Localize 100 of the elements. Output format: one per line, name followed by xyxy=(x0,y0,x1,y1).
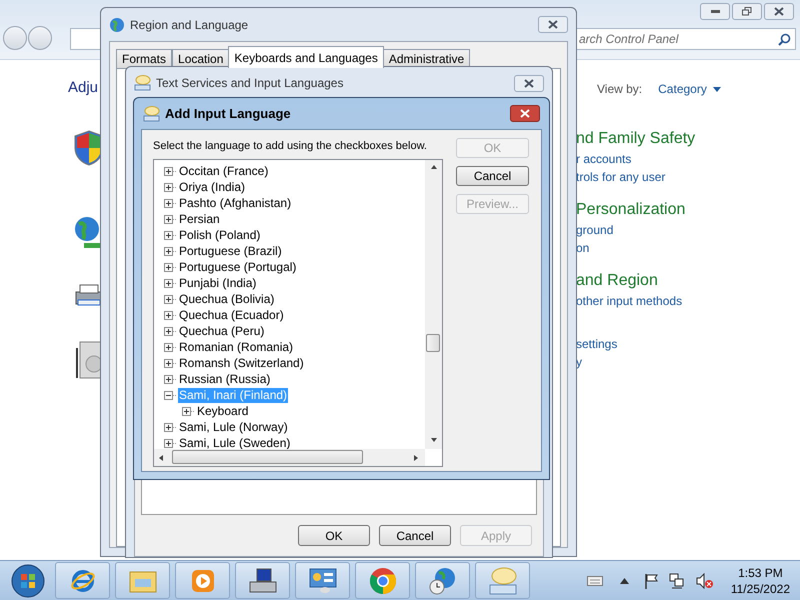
browser-e-icon xyxy=(70,568,96,594)
expand-icon[interactable] xyxy=(164,374,173,384)
category-link[interactable]: settings xyxy=(576,335,696,353)
instruction-text: Select the language to add using the checkboxes below. xyxy=(153,139,427,154)
scroll-left-icon[interactable] xyxy=(158,454,166,462)
tree-item[interactable]: Oriya (India) xyxy=(178,180,246,194)
expand-icon[interactable] xyxy=(164,438,173,448)
search-icon xyxy=(778,32,791,46)
window-title: Add Input Language xyxy=(165,104,292,123)
window-title: Text Services and Input Languages xyxy=(156,75,344,92)
expand-icon[interactable] xyxy=(164,214,173,224)
clock[interactable]: 1:53 PM 11/25/2022 xyxy=(730,564,790,596)
control-panel-icon xyxy=(308,568,336,594)
folder-icon xyxy=(128,568,156,592)
category-heading[interactable]: Personalization xyxy=(576,199,696,221)
restore-icon xyxy=(742,7,752,16)
expand-icon[interactable] xyxy=(164,166,173,176)
view-by-label: View by: xyxy=(597,81,642,98)
keyboard-icon[interactable] xyxy=(586,576,603,586)
tree-item[interactable]: Persian xyxy=(178,212,221,226)
tree-item[interactable]: Quechua (Ecuador) xyxy=(178,308,285,322)
category-link[interactable]: r accounts xyxy=(576,150,696,168)
tree-item[interactable]: Portuguese (Portugal) xyxy=(178,260,298,274)
computer-icon xyxy=(248,568,278,594)
expand-icon[interactable] xyxy=(164,422,173,432)
expand-icon[interactable] xyxy=(164,230,173,240)
flag-icon[interactable] xyxy=(644,572,658,588)
close-button[interactable] xyxy=(510,105,540,122)
category-link[interactable]: trols for any user xyxy=(576,168,696,186)
tab[interactable]: Keyboards and Languages xyxy=(228,46,384,68)
tree-item[interactable]: Pashto (Afghanistan) xyxy=(178,196,292,210)
minimize-button[interactable] xyxy=(700,3,730,20)
dialog-button[interactable]: Cancel xyxy=(456,166,529,186)
category-heading[interactable]: nd Family Safety xyxy=(576,128,696,150)
close-button[interactable] xyxy=(514,74,544,92)
chrome-icon xyxy=(368,566,396,594)
window-title: Region and Language xyxy=(130,16,250,34)
clock-date: 11/25/2022 xyxy=(730,580,790,596)
play-icon xyxy=(190,568,214,592)
expand-icon[interactable] xyxy=(164,198,173,208)
expand-icon[interactable] xyxy=(164,278,173,288)
expand-icon[interactable] xyxy=(164,358,173,368)
tab[interactable]: Formats xyxy=(116,49,172,68)
horizontal-scrollbar[interactable] xyxy=(154,449,425,466)
taskbar-button[interactable] xyxy=(235,562,290,599)
restore-button[interactable] xyxy=(732,3,762,20)
expand-icon[interactable] xyxy=(164,294,173,304)
globe-clock-icon xyxy=(428,566,456,594)
expand-icon[interactable] xyxy=(164,342,173,352)
globe-icon xyxy=(109,16,125,32)
tree-item[interactable]: Quechua (Bolivia) xyxy=(178,292,276,306)
tree-item[interactable]: Portuguese (Brazil) xyxy=(178,244,283,258)
taskbar-button[interactable] xyxy=(55,562,110,599)
collapse-icon[interactable] xyxy=(164,390,173,400)
scroll-thumb[interactable] xyxy=(426,334,440,352)
taskbar-button[interactable] xyxy=(415,562,470,599)
expand-icon[interactable] xyxy=(164,310,173,320)
taskbar-button[interactable] xyxy=(355,562,410,599)
tray-expand-icon[interactable] xyxy=(620,578,629,584)
tree-item[interactable]: Quechua (Peru) xyxy=(178,324,266,338)
tree-item[interactable]: Russian (Russia) xyxy=(178,372,272,386)
network-icon[interactable] xyxy=(668,572,685,588)
dialog-button[interactable]: OK xyxy=(298,525,370,546)
start-orb-icon xyxy=(11,564,45,598)
category-heading[interactable]: and Region xyxy=(576,270,696,292)
dialog-button[interactable]: Cancel xyxy=(379,525,451,546)
keyboard-balloon-icon xyxy=(143,106,160,122)
tree-item[interactable]: Romanian (Romania) xyxy=(178,340,294,354)
close-icon xyxy=(520,109,530,118)
tree-item[interactable]: Polish (Poland) xyxy=(178,228,262,242)
clock-time: 1:53 PM xyxy=(738,564,783,580)
vertical-scrollbar[interactable] xyxy=(425,160,442,449)
expand-icon[interactable] xyxy=(164,246,173,256)
tree-item[interactable]: Occitan (France) xyxy=(178,164,270,178)
expand-icon[interactable] xyxy=(164,262,173,272)
minimize-icon xyxy=(710,10,720,13)
scroll-up-icon[interactable] xyxy=(430,164,438,172)
keyboard-balloon-icon xyxy=(134,75,151,91)
tree-item[interactable]: Keyboard xyxy=(196,404,250,418)
globe-icon xyxy=(74,215,102,251)
tree-item[interactable]: Punjabi (India) xyxy=(178,276,258,290)
tree-item[interactable]: Sami, Lule (Sweden) xyxy=(178,436,292,449)
view-by-dropdown[interactable]: Category xyxy=(658,80,721,98)
expand-icon[interactable] xyxy=(164,182,173,192)
speaker-muted-icon[interactable] xyxy=(696,572,714,588)
scroll-thumb[interactable] xyxy=(172,450,363,464)
category-link[interactable]: ground xyxy=(576,221,696,239)
tree-item[interactable]: Romansh (Switzerland) xyxy=(178,356,305,370)
search-placeholder: arch Control Panel xyxy=(578,31,678,48)
close-button[interactable] xyxy=(764,3,794,20)
tree-item[interactable]: Sami, Lule (Norway) xyxy=(178,420,289,434)
expand-icon[interactable] xyxy=(182,406,191,416)
close-icon xyxy=(548,20,558,29)
page-heading: Adju xyxy=(68,79,98,97)
close-icon xyxy=(774,7,784,16)
close-button[interactable] xyxy=(538,16,568,33)
category-link[interactable]: other input methods xyxy=(576,292,696,310)
taskbar-button[interactable] xyxy=(295,562,350,599)
expand-icon[interactable] xyxy=(164,326,173,336)
close-icon xyxy=(524,78,534,88)
